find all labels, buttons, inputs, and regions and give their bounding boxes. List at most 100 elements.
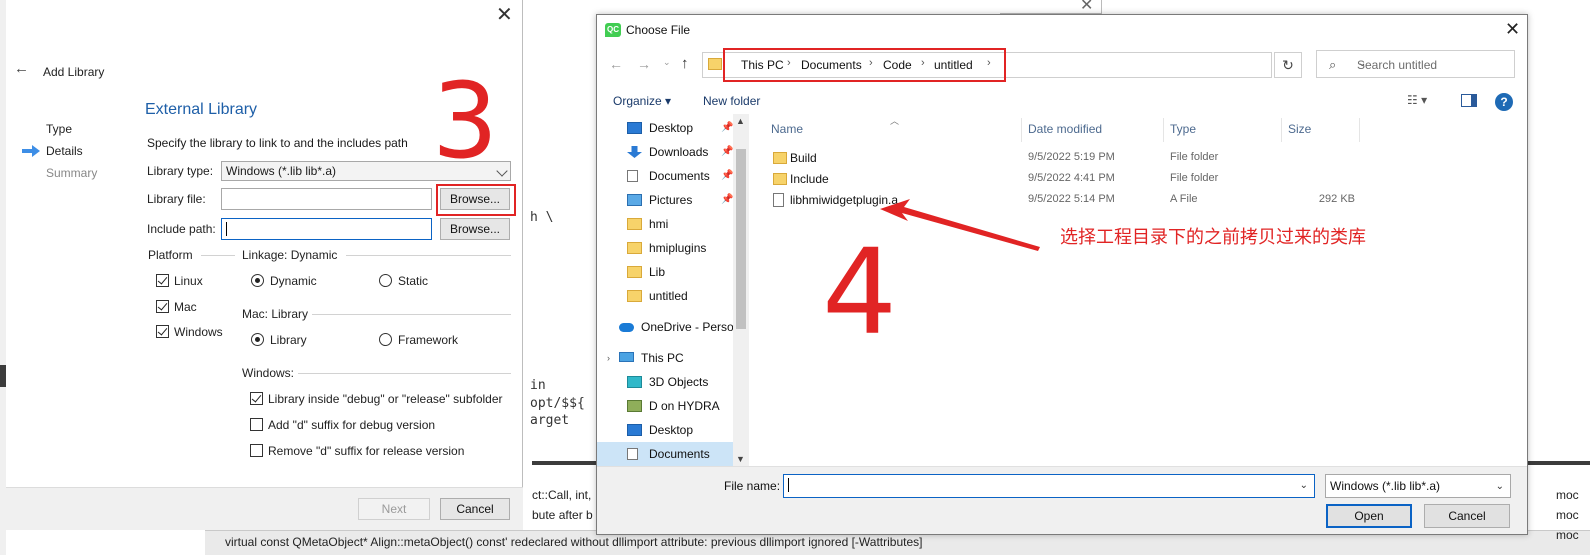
file-row-include[interactable]: Include 9/5/2022 4:41 PM File folder	[755, 169, 1527, 190]
nav-item-desktop-pc[interactable]: Desktop	[597, 418, 733, 442]
nav-item-hmi[interactable]: hmi	[597, 212, 733, 236]
pin-icon: 📌	[721, 146, 733, 157]
background-window-edge: ✕	[1000, 0, 1102, 14]
column-header-date-modified[interactable]: Date modified	[1028, 122, 1102, 136]
folder-icon	[627, 218, 642, 230]
step-summary: Summary	[46, 166, 98, 180]
code-line: arget	[530, 413, 570, 428]
nav-item-d-on-hydra[interactable]: D on HYDRA	[597, 394, 733, 418]
issue-row: ct::Call, int,	[532, 488, 592, 502]
nav-item-untitled[interactable]: untitled	[597, 284, 733, 308]
include-path-browse-button[interactable]: Browse...	[440, 218, 510, 240]
platform-windows-checkbox[interactable]: Windows	[156, 325, 223, 339]
close-icon[interactable]: ✕	[1505, 19, 1520, 40]
include-path-label: Include path:	[147, 222, 216, 236]
nav-item-documents-pc[interactable]: Documents	[597, 442, 733, 466]
folder-icon	[773, 152, 787, 164]
back-arrow-icon[interactable]: ←	[14, 60, 29, 77]
back-arrow-icon[interactable]: ←	[609, 56, 623, 72]
expand-chevron-icon[interactable]: ›	[607, 346, 610, 370]
mac-framework-radio[interactable]: Framework	[379, 333, 458, 347]
sort-ascending-icon: ︿	[890, 116, 900, 126]
annotation-highlight-browse	[436, 184, 516, 216]
organize-button[interactable]: Organize ▾	[613, 94, 671, 108]
platform-linux-checkbox[interactable]: Linux	[156, 274, 203, 288]
include-path-input[interactable]	[221, 218, 432, 240]
linkage-group-title: Linkage: Dynamic	[242, 248, 338, 262]
mac-library-radio[interactable]: Library	[251, 333, 307, 347]
scroll-up-icon[interactable]: ▲	[736, 116, 745, 126]
chevron-down-icon[interactable]: ⌄	[1300, 480, 1308, 491]
page-title: External Library	[145, 101, 258, 118]
recent-locations-chevron-icon[interactable]: ⌄	[663, 57, 671, 68]
background-close-icon: ✕	[1080, 0, 1094, 14]
nav-item-documents[interactable]: Documents 📌	[597, 164, 733, 188]
nav-item-onedrive[interactable]: OneDrive - Person	[597, 315, 733, 339]
search-input[interactable]: ⌕ Search untitled	[1316, 50, 1515, 78]
desktop-icon	[627, 424, 642, 436]
platform-group-title: Platform	[148, 248, 193, 262]
code-line: h \	[530, 210, 554, 225]
issue-file: moc	[1556, 528, 1579, 542]
code-line: opt/$${	[530, 396, 585, 411]
nav-item-desktop[interactable]: Desktop 📌	[597, 116, 733, 140]
file-name-input[interactable]: ⌄	[783, 474, 1315, 498]
open-button[interactable]: Open	[1326, 504, 1412, 528]
new-folder-button[interactable]: New folder	[703, 94, 760, 108]
folder-icon	[773, 173, 787, 185]
column-header-type[interactable]: Type	[1170, 122, 1196, 136]
nav-item-lib[interactable]: Lib	[597, 260, 733, 284]
folder-icon	[708, 58, 722, 70]
refresh-icon[interactable]: ↻	[1274, 52, 1302, 78]
remove-d-suffix-checkbox[interactable]: Remove "d" suffix for release version	[250, 444, 464, 458]
windows-group-title: Windows:	[242, 366, 295, 380]
nav-scrollbar[interactable]: ▲ ▼	[733, 114, 749, 466]
issue-row: bute after b	[532, 508, 593, 522]
column-header-name[interactable]: Name	[771, 122, 803, 136]
command-bar: Organize ▾ New folder ☷ ▾ ?	[597, 88, 1527, 114]
file-type-select[interactable]: Windows (*.lib lib*.a) ⌄	[1325, 474, 1511, 498]
nav-item-downloads[interactable]: Downloads 📌	[597, 140, 733, 164]
cancel-button[interactable]: Cancel	[1424, 504, 1510, 528]
dialog-footer: File name: ⌄ Windows (*.lib lib*.a) ⌄ Ope…	[597, 466, 1527, 534]
scrollbar-thumb[interactable]	[736, 149, 746, 329]
choose-file-dialog: QC Choose File ✕ ← → ⌄ ↑ This PC › Docum…	[596, 14, 1528, 535]
nav-item-pictures[interactable]: Pictures 📌	[597, 188, 733, 212]
column-header-size[interactable]: Size	[1288, 122, 1311, 136]
debug-release-subfolder-checkbox[interactable]: Library inside "debug" or "release" subf…	[250, 392, 503, 406]
next-button[interactable]: Next	[358, 498, 430, 520]
nav-item-3d-objects[interactable]: 3D Objects	[597, 370, 733, 394]
wizard-steps: Type Details Summary	[22, 118, 97, 184]
linkage-dynamic-radio[interactable]: Dynamic	[251, 274, 317, 288]
3d-objects-icon	[627, 376, 642, 388]
preview-pane-icon[interactable]	[1461, 94, 1477, 107]
file-row-build[interactable]: Build 9/5/2022 5:19 PM File folder	[755, 148, 1527, 169]
annotation-highlight-breadcrumb	[723, 48, 1006, 82]
close-icon[interactable]: ✕	[496, 2, 513, 27]
change-view-icon[interactable]: ☷ ▾	[1407, 93, 1427, 107]
downloads-icon	[627, 146, 642, 158]
linkage-static-radio[interactable]: Static	[379, 274, 428, 288]
help-icon[interactable]: ?	[1495, 93, 1513, 111]
scroll-down-icon[interactable]: ▼	[736, 454, 745, 464]
annotation-step-3: 3	[432, 60, 499, 182]
library-file-label: Library file:	[147, 192, 206, 206]
title-bar: QC Choose File ✕	[597, 15, 1527, 45]
ide-panel-divider	[532, 461, 596, 465]
pin-icon: 📌	[721, 170, 733, 181]
search-icon: ⌕	[1329, 57, 1337, 72]
network-drive-icon	[627, 400, 642, 412]
library-type-label: Library type:	[147, 164, 214, 178]
nav-item-this-pc[interactable]: › This PC	[597, 346, 733, 370]
library-file-input[interactable]	[221, 188, 432, 210]
nav-item-hmiplugins[interactable]: hmiplugins	[597, 236, 733, 260]
forward-arrow-icon[interactable]: →	[637, 56, 651, 72]
platform-mac-checkbox[interactable]: Mac	[156, 300, 197, 314]
add-d-suffix-checkbox[interactable]: Add "d" suffix for debug version	[250, 418, 435, 432]
current-step-arrow-icon	[22, 145, 40, 157]
folder-icon	[627, 290, 642, 302]
cancel-button[interactable]: Cancel	[440, 498, 510, 520]
up-arrow-icon[interactable]: ↑	[681, 55, 689, 72]
file-row-libhmiwidgetplugin[interactable]: libhmiwidgetplugin.a 9/5/2022 5:14 PM A …	[755, 190, 1527, 211]
dialog-footer: Next Cancel	[6, 487, 523, 530]
